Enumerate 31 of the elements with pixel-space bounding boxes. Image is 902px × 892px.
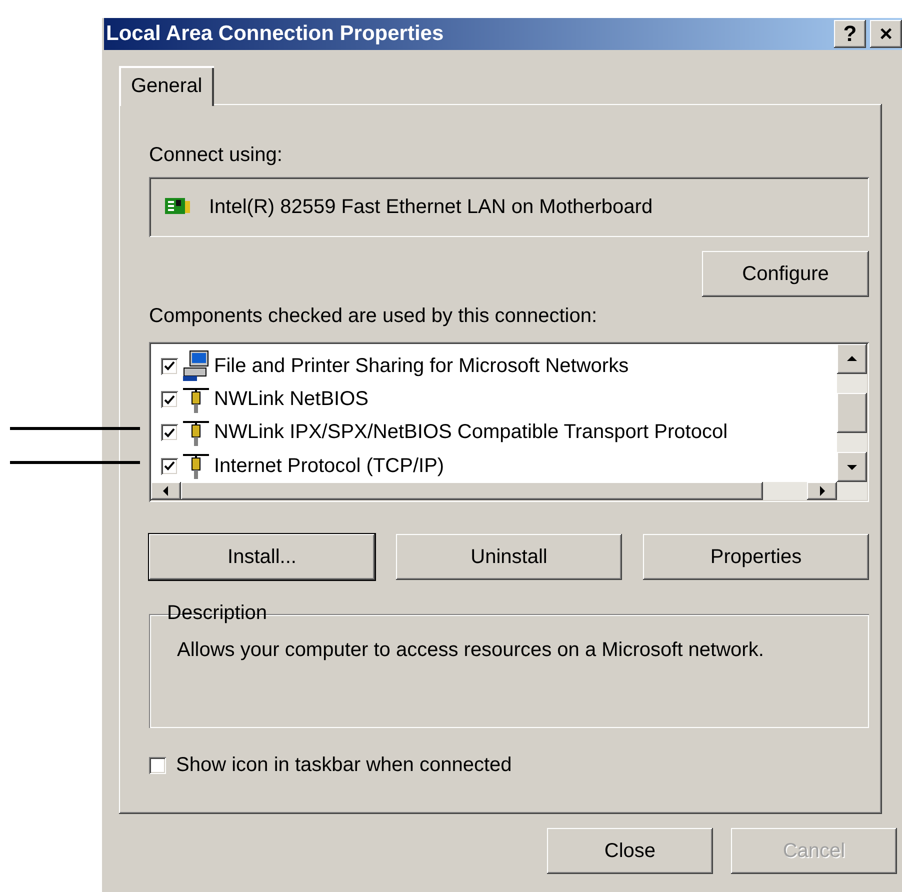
window-title: Local Area Connection Properties: [106, 22, 444, 46]
help-button[interactable]: ?: [834, 20, 866, 48]
list-item[interactable]: NWLink NetBIOS: [214, 388, 368, 412]
action-button[interactable]: Uninstall: [396, 534, 622, 580]
group-title: Description: [166, 602, 268, 625]
dialog-button[interactable]: Close: [547, 828, 713, 874]
checkbox[interactable]: [161, 391, 178, 408]
description-text: Allows your computer to access resources on a Microsoft network.: [177, 639, 764, 661]
adapter-name: Intel(R) 82559 Fast Ethernet LAN on Motherboard: [209, 196, 653, 218]
list-item[interactable]: File and Printer Sharing for Microsoft Networks: [214, 354, 629, 378]
checkbox[interactable]: [161, 358, 178, 374]
action-button[interactable]: Install...: [149, 534, 375, 580]
checkbox[interactable]: [161, 458, 178, 475]
horizontal-scrollbar[interactable]: [151, 482, 867, 500]
tab[interactable]: General: [119, 66, 214, 106]
network-cable-icon: [182, 386, 210, 414]
list-item[interactable]: Internet Protocol (TCP/IP): [214, 454, 444, 478]
checkbox[interactable]: [161, 424, 178, 442]
network-cable-icon: [182, 452, 210, 480]
checkbox-label: Show icon in taskbar when connected: [176, 754, 512, 777]
computer-icon: [182, 350, 210, 382]
network-cable-icon: [182, 418, 210, 447]
list-item[interactable]: NWLink IPX/SPX/NetBIOS Compatible Transport Protocol: [214, 421, 728, 444]
checkbox[interactable]: [149, 757, 166, 774]
action-button[interactable]: Properties: [643, 534, 869, 580]
components-label: Components checked are used by this connection:: [149, 305, 598, 328]
vertical-scrollbar[interactable]: [837, 344, 867, 482]
network-card-icon: [165, 197, 191, 217]
configure-button[interactable]: Configure: [702, 251, 869, 297]
close-button[interactable]: ×: [870, 20, 902, 48]
connect-using-label: Connect using:: [149, 144, 284, 167]
